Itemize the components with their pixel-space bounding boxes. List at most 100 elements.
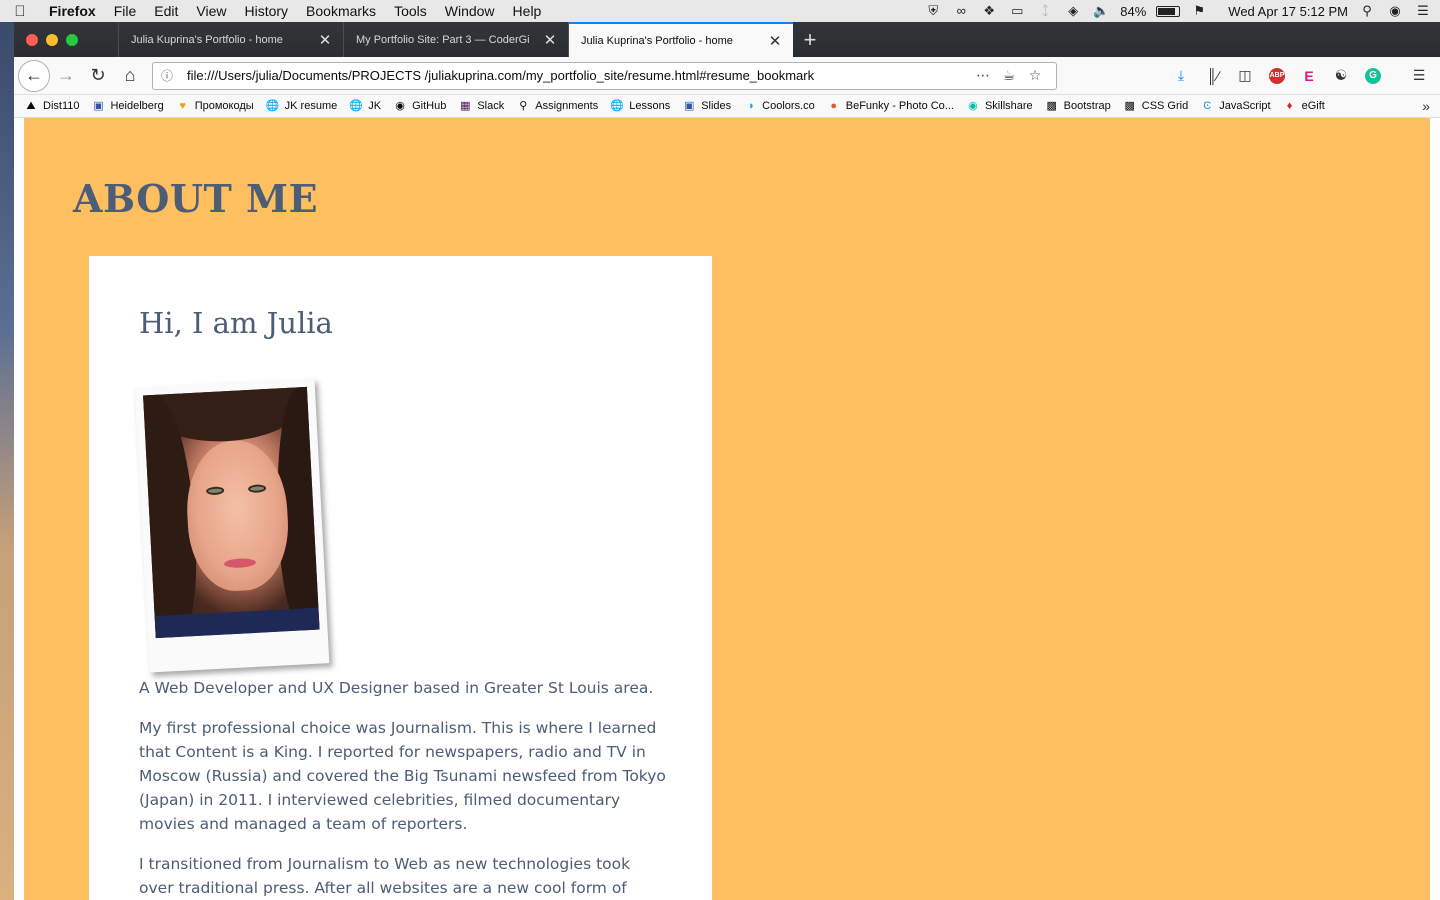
bookmark-jk[interactable]: 🌐 JK [349,99,381,113]
window-controls [14,22,118,57]
reload-button[interactable]: ↻ [82,60,114,92]
bookmarks-overflow-chevron-icon[interactable]: » [1422,98,1430,114]
bookmark-label: Assignments [535,100,599,112]
bookmark-label: Dist110 [43,100,80,112]
extension-e-icon[interactable]: E [1296,64,1322,88]
extension-puzzle-icon[interactable]: ☯ [1328,64,1354,88]
tab-title: Julia Kuprina's Portfolio - home [581,34,733,47]
us-flag-icon[interactable]: ⚑ [1190,4,1208,18]
display-icon[interactable]: ▭ [1008,4,1026,18]
dropbox-icon[interactable]: ❖ [980,4,998,18]
transition-paragraph: I transitioned from Journalism to Web as… [139,855,631,897]
menu-edit[interactable]: Edit [145,3,187,19]
bookmark-skillshare[interactable]: ◉ Skillshare [966,99,1033,113]
bookmark-befunky[interactable]: ● BeFunky - Photo Co... [827,99,954,113]
globe-icon: 🌐 [610,100,625,112]
menu-window[interactable]: Window [436,3,504,19]
intro-paragraph: A Web Developer and UX Designer based in… [139,679,654,697]
forward-button[interactable]: → [50,60,82,92]
section-heading: ABOUT ME [73,176,319,221]
gift-icon: ♦ [1286,100,1293,112]
macos-menu-bar:  Firefox File Edit View History Bookmar… [0,0,1440,22]
skillshare-icon: ◉ [968,100,978,112]
bookmark-label: Heidelberg [110,100,164,112]
url-bar[interactable]: ⓘ file:///Users/julia/Documents/PROJECTS… [152,61,1057,90]
wifi-icon[interactable]: ◈ [1064,4,1082,18]
journalism-paragraph: My first professional choice was Journal… [139,719,666,833]
home-button[interactable]: ⌂ [114,60,146,92]
menu-help[interactable]: Help [504,3,551,19]
menu-view[interactable]: View [187,3,235,19]
photo-face [183,438,292,594]
bookmark-label: Slack [477,100,505,112]
tab-portfolio-home-active[interactable]: Julia Kuprina's Portfolio - home ✕ [568,22,793,57]
grid-icon: ▩ [1124,100,1135,112]
grammarly-icon[interactable]: G [1365,67,1381,84]
zoom-window-button[interactable] [66,33,78,46]
bluetooth-icon[interactable]: ᛨ [1036,4,1054,18]
library-icon[interactable]: ║∕ [1200,64,1226,88]
bookmark-label: Промокоды [194,100,254,112]
menu-bookmarks[interactable]: Bookmarks [297,3,385,19]
globe-icon: 🌐 [349,100,364,112]
page-info-icon[interactable]: ⓘ [161,67,179,84]
befunky-icon: ● [830,100,838,112]
menu-file[interactable]: File [105,3,146,19]
battery-icon[interactable] [1156,5,1181,17]
downloads-icon[interactable]: ⤓ [1168,64,1194,88]
page-actions-icon[interactable]: ⋯ [970,67,996,84]
menu-tools[interactable]: Tools [385,3,436,19]
adblock-plus-icon[interactable]: ABP [1269,67,1285,84]
apple-menu-icon[interactable]:  [0,3,40,20]
volume-icon[interactable]: 🔈 [1092,4,1110,18]
bookmark-heidelberg[interactable]: ▣ Heidelberg [91,99,163,113]
bookmark-github[interactable]: ◉ GitHub [393,99,446,113]
bookmark-javascript[interactable]: Ͼ JavaScript [1200,99,1270,113]
bookmark-slack[interactable]: ▦ Slack [458,99,504,113]
bookmark-assignments[interactable]: ⚲ Assignments [516,99,598,113]
tab-portfolio-home-1[interactable]: Julia Kuprina's Portfolio - home ✕ [118,22,343,57]
shield-icon[interactable]: ⛨ [924,4,942,18]
bookmark-dist110[interactable]: ⛰ Dist110 [24,99,79,113]
sidebar-icon[interactable]: ◫ [1232,64,1258,88]
creative-cloud-icon[interactable]: ∞ [952,4,970,18]
pocket-icon[interactable]: ☕ [996,67,1022,84]
bookmark-label: CSS Grid [1141,100,1189,112]
menu-history[interactable]: History [235,3,297,19]
bookmark-egift[interactable]: ♦ eGift [1283,99,1325,113]
minimize-window-button[interactable] [46,33,58,46]
menu-app-firefox[interactable]: Firefox [40,3,105,19]
bookmark-lessons[interactable]: 🌐 Lessons [610,99,670,113]
bookmark-jk-resume[interactable]: 🌐 JK resume [266,99,337,113]
bookmark-coolors[interactable]: ◑ Coolors.co [743,99,815,113]
url-text[interactable]: file:///Users/julia/Documents/PROJECTS /… [187,68,970,83]
close-tab-icon[interactable]: ✕ [767,32,783,50]
menu-bar-clock[interactable]: Wed Apr 17 5:12 PM [1228,4,1348,19]
bookmark-css-grid[interactable]: ▩ CSS Grid [1123,99,1189,113]
bookmark-promokody[interactable]: ♥ Промокоды [176,99,254,113]
card-title: Hi, I am Julia [139,306,333,340]
bookmark-slides[interactable]: ▣ Slides [682,99,731,113]
new-tab-button[interactable]: + [793,22,827,57]
desktop-background [0,22,14,900]
hamburger-menu-icon[interactable]: ☰ [1406,64,1432,88]
battery-percentage: 84% [1120,3,1147,19]
siri-icon[interactable]: ◉ [1386,4,1404,18]
back-button[interactable]: ← [18,59,50,92]
navigation-toolbar: ← → ↻ ⌂ ⓘ file:///Users/julia/Documents/… [14,57,1440,95]
bookmark-bootstrap[interactable]: ▩ Bootstrap [1045,99,1110,113]
portrait-photo [143,386,320,639]
bookmarks-toolbar: ⛰ Dist110 ▣ Heidelberg ♥ Промокоды 🌐 JK resu… [14,95,1440,118]
close-window-button[interactable] [26,33,38,46]
bookmark-label: JavaScript [1219,100,1271,112]
close-tab-icon[interactable]: ✕ [542,31,558,49]
bookmark-star-icon[interactable]: ☆ [1022,67,1048,84]
notification-center-icon[interactable]: ☰ [1414,4,1432,18]
close-tab-icon[interactable]: ✕ [317,31,333,49]
spotlight-search-icon[interactable]: ⚲ [1358,4,1376,18]
tab-codergirl-part3[interactable]: My Portfolio Site: Part 3 — CoderGi ✕ [343,22,568,57]
battery-fill [1158,7,1176,15]
menu-bar-status-area: ⛨ ∞ ❖ ▭ ᛨ ◈ 🔈 84% ⚑ Wed Apr 17 5:12 PM ⚲… [924,0,1432,22]
coolors-icon: ◑ [746,100,754,112]
about-card: Hi, I am Julia A Web Developer and UX De… [89,256,712,900]
